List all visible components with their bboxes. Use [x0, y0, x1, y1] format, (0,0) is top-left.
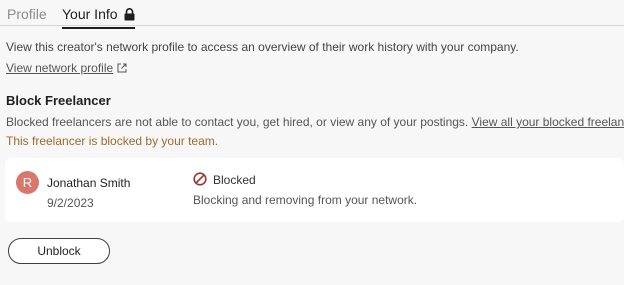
block-description-text: Blocked freelancers are not able to cont… — [6, 115, 469, 129]
avatar: R — [16, 171, 39, 194]
view-network-profile-label: View network profile — [6, 61, 114, 75]
blocked-icon — [193, 172, 207, 186]
freelancer-card: R Jonathan Smith 9/2/2023 Blocked Blocki… — [5, 158, 624, 222]
block-description: Blocked freelancers are not able to cont… — [6, 115, 624, 130]
lock-icon — [124, 8, 135, 21]
view-network-profile-link[interactable]: View network profile — [6, 61, 127, 76]
tab-bar: Profile Your Info — [0, 0, 624, 29]
unblock-button[interactable]: Unblock — [8, 238, 110, 264]
external-link-icon — [117, 63, 127, 73]
freelancer-name: Jonathan Smith — [47, 176, 131, 190]
intro-text: View this creator's network profile to a… — [6, 40, 519, 54]
tab-profile[interactable]: Profile — [7, 5, 47, 23]
block-freelancer-heading: Block Freelancer — [6, 93, 111, 108]
blocked-notice: This freelancer is blocked by your team. — [6, 134, 219, 148]
tab-your-info[interactable]: Your Info — [62, 5, 135, 29]
status-detail: Blocking and removing from your network. — [193, 193, 418, 207]
status-label: Blocked — [213, 173, 256, 187]
tab-your-info-label: Your Info — [62, 6, 118, 22]
blocked-date: 9/2/2023 — [47, 196, 94, 210]
view-blocked-freelancers-link[interactable]: View all your blocked freelancers. — [472, 115, 624, 129]
